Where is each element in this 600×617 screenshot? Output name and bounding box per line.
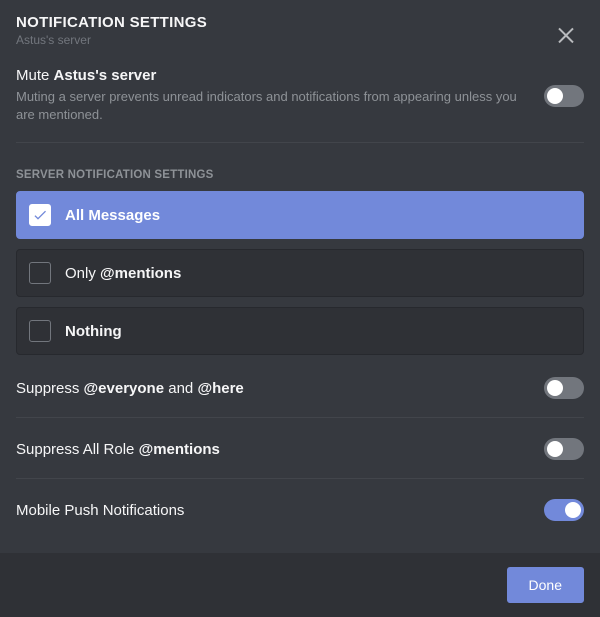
checkbox-icon: [29, 262, 51, 284]
option-only-mentions[interactable]: Only @mentions: [16, 249, 584, 297]
checkbox-icon: [29, 320, 51, 342]
mobile-push-label: Mobile Push Notifications: [16, 502, 524, 519]
suppress-roles-toggle[interactable]: [544, 438, 584, 460]
option-label: Nothing: [65, 323, 122, 340]
mobile-push-row: Mobile Push Notifications: [16, 485, 584, 533]
suppress-everyone-label: Suppress @everyone and @here: [16, 380, 524, 397]
suppress-everyone-row: Suppress @everyone and @here: [16, 363, 584, 411]
done-button[interactable]: Done: [507, 567, 584, 603]
checkbox-icon: [29, 204, 51, 226]
option-all-messages[interactable]: All Messages: [16, 191, 584, 239]
option-label: All Messages: [65, 207, 160, 224]
mobile-push-toggle[interactable]: [544, 499, 584, 521]
section-label: SERVER NOTIFICATION SETTINGS: [16, 169, 584, 181]
divider: [16, 417, 584, 418]
option-nothing[interactable]: Nothing: [16, 307, 584, 355]
suppress-everyone-toggle[interactable]: [544, 377, 584, 399]
mute-toggle[interactable]: [544, 85, 584, 107]
suppress-roles-row: Suppress All Role @mentions: [16, 424, 584, 472]
modal-footer: Done: [0, 553, 600, 617]
modal-subtitle: Astus's server: [16, 33, 584, 47]
divider: [16, 478, 584, 479]
close-icon[interactable]: [554, 22, 578, 46]
mute-desc: Muting a server prevents unread indicato…: [16, 88, 524, 124]
option-label: Only @mentions: [65, 265, 181, 282]
mute-title: Mute Astus's server: [16, 67, 524, 84]
modal-title: NOTIFICATION SETTINGS: [16, 14, 584, 31]
divider: [16, 142, 584, 143]
suppress-roles-label: Suppress All Role @mentions: [16, 441, 524, 458]
mute-row: Mute Astus's server Muting a server prev…: [16, 53, 584, 136]
